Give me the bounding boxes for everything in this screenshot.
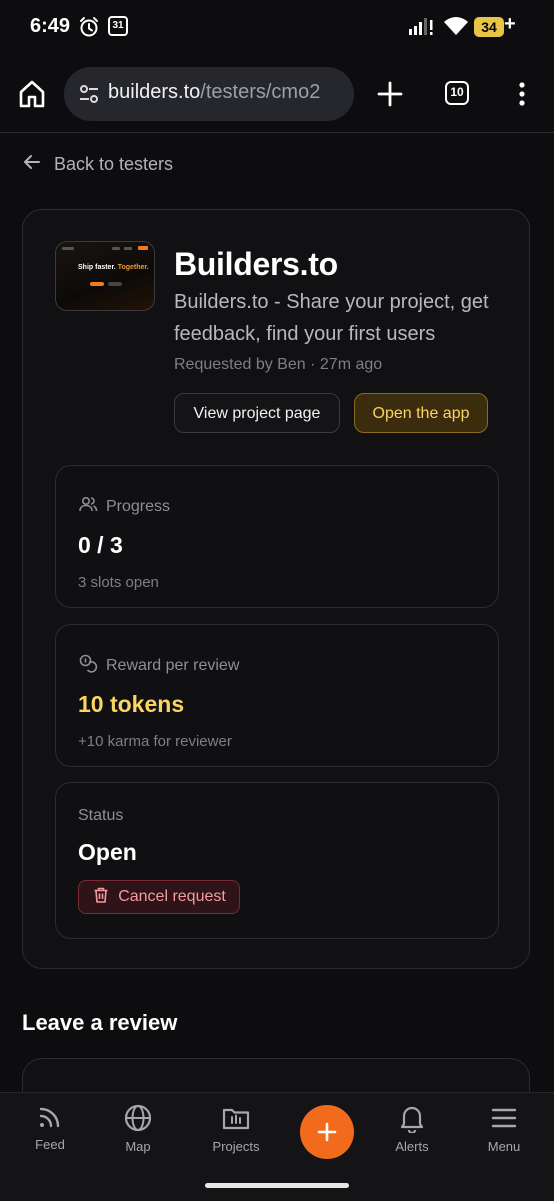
nav-alerts[interactable]: Alerts [372,1103,452,1154]
site-settings-icon[interactable] [78,83,100,110]
view-project-page-button[interactable]: View project page [174,393,340,433]
nav-feed-label: Feed [35,1137,65,1152]
signal-icon [408,16,434,41]
reward-value: 10 tokens [78,691,185,717]
url-text: builders.to/testers/cmo2 [108,81,320,104]
cancel-request-label: Cancel request [118,888,226,905]
reward-card: Reward per review 10 tokens +10 karma fo… [55,624,499,767]
address-bar[interactable]: builders.to/testers/cmo2 [64,67,354,121]
create-fab[interactable] [300,1105,354,1159]
menu-icon [491,1108,517,1128]
nav-projects[interactable]: Projects [196,1103,276,1154]
bell-icon [400,1106,424,1133]
request-meta: Requested by Ben · 27m ago [174,356,382,374]
project-description: Builders.to - Share your project, get fe… [174,291,489,345]
coins-icon [78,653,98,678]
nav-alerts-label: Alerts [395,1139,429,1154]
charging-plus-icon: + [504,13,516,35]
open-the-app-button[interactable]: Open the app [354,393,488,433]
rss-icon [39,1107,60,1128]
more-vert-icon[interactable] [510,78,534,110]
plus-icon [317,1122,337,1142]
nav-map[interactable]: Map [98,1103,178,1154]
wifi-icon [443,16,469,43]
nav-menu[interactable]: Menu [464,1103,544,1154]
tester-request-card: Ship faster. Together. Builders.to Build… [22,209,530,969]
battery-icon: 34 [474,17,504,37]
requested-by: Requested by Ben [174,356,306,373]
nav-menu-label: Menu [487,1139,521,1154]
users-icon [78,494,98,519]
project-title: Builders.to [174,246,338,282]
back-link-label: Back to testers [54,153,174,174]
status-label: Status [78,807,124,824]
thumbnail-button-secondary [108,282,122,286]
status-bar: 6:49 31 34 + [0,0,554,56]
back-to-testers-link[interactable]: Back to testers [22,150,173,178]
karma-text: +10 karma for reviewer [78,733,232,750]
reward-label: Reward per review [106,656,240,674]
thumbnail-navbar [62,247,148,250]
nav-map-label: Map [125,1139,151,1154]
cancel-request-button[interactable]: Cancel request [78,880,240,914]
reward-label-row: Reward per review [78,653,239,678]
project-thumbnail: Ship faster. Together. [55,241,155,311]
nav-projects-label: Projects [212,1139,260,1154]
folder-icon [222,1108,250,1130]
status-value: Open [78,839,137,865]
progress-label: Progress [106,497,171,515]
nav-feed[interactable]: Feed [10,1103,90,1152]
progress-value: 0 / 3 [78,532,123,558]
url-path: /testers/cmo2 [200,81,321,103]
globe-icon [124,1104,152,1132]
url-host: builders.to [108,81,201,103]
status-card: Status Open Cancel request [55,782,499,939]
status-time: 6:49 [30,15,71,37]
home-icon[interactable] [16,78,48,110]
new-tab-icon[interactable] [374,78,406,110]
bottom-navigation: Feed Map Projects Alerts Menu [0,1092,554,1201]
thumbnail-cta [138,246,148,250]
thumbnail-headline: Ship faster. Together. [78,264,149,271]
calendar-icon: 31 [108,16,128,36]
gesture-home-indicator[interactable] [205,1183,349,1188]
leave-review-heading: Leave a review [22,1010,178,1035]
thumbnail-button-primary [90,282,104,286]
slots-open-text: 3 slots open [78,574,159,591]
trash-icon [92,886,110,909]
tab-switcher-icon[interactable]: 10 [445,81,469,105]
arrow-left-icon [22,152,42,177]
browser-toolbar: builders.to/testers/cmo2 10 [0,56,554,133]
progress-card: Progress 0 / 3 3 slots open [55,465,499,608]
progress-label-row: Progress [78,494,170,519]
request-time: 27m ago [319,356,383,373]
alarm-icon [78,16,100,43]
meta-separator: · [310,356,316,373]
